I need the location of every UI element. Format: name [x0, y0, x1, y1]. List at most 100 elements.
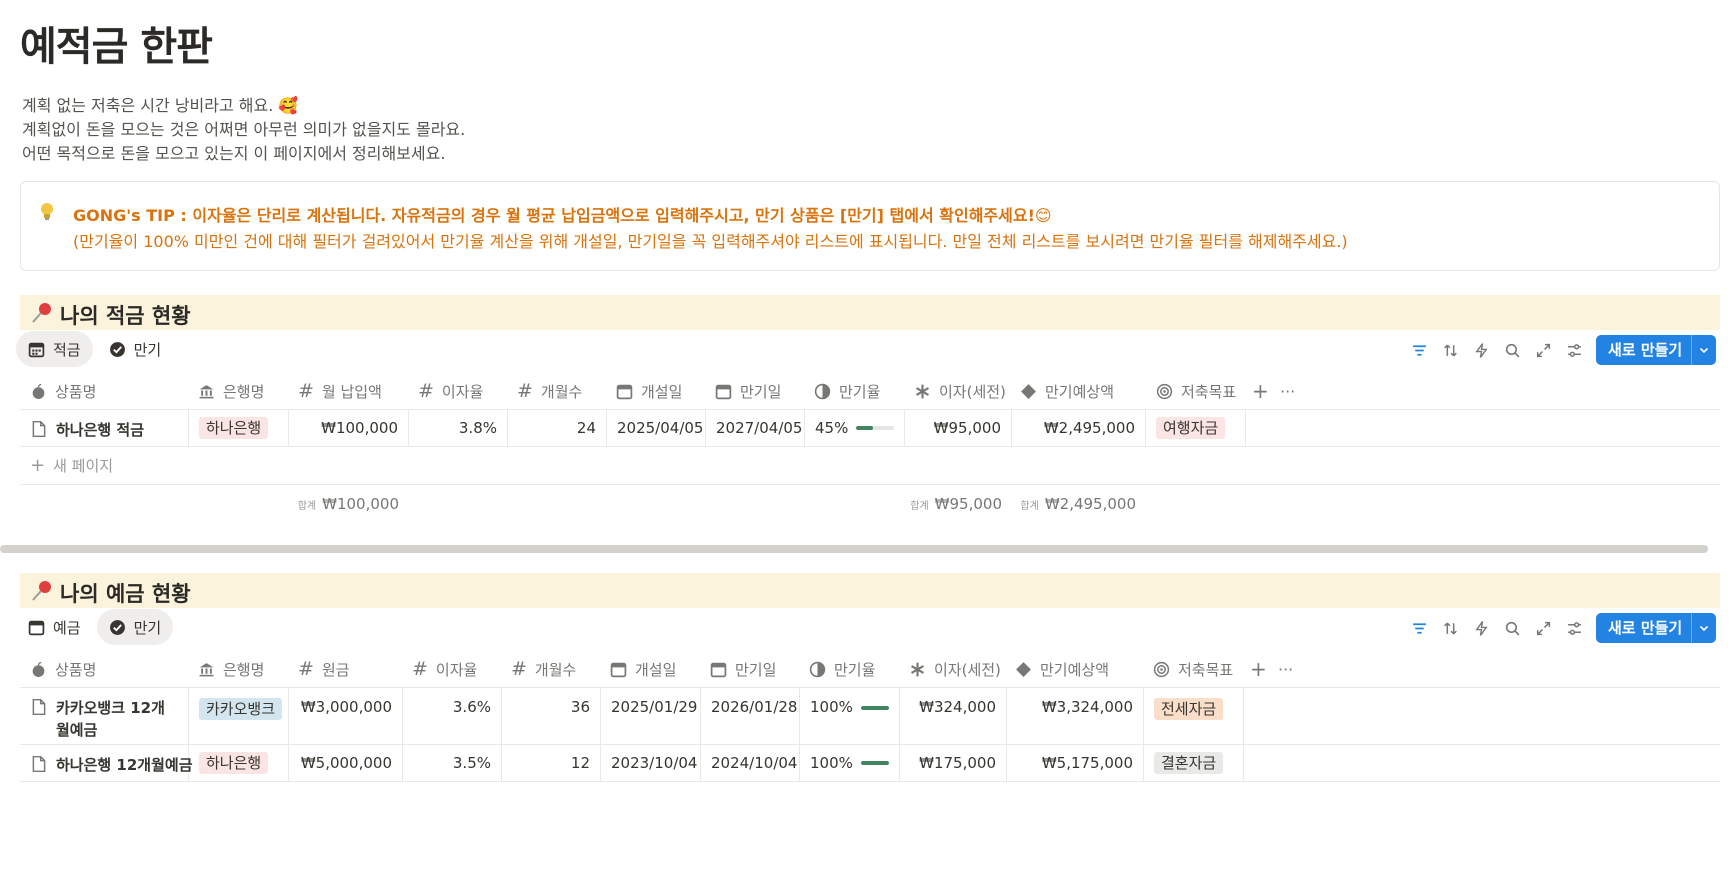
cell-open-date[interactable]: 2025/01/29	[601, 688, 701, 744]
smile-icon: 😊	[1034, 206, 1052, 225]
filter-button[interactable]	[1404, 613, 1435, 643]
column-header-name[interactable]: 상품명	[20, 372, 96, 410]
new-deposit-button[interactable]: 새로 만들기	[1596, 613, 1716, 643]
filter-button[interactable]	[1404, 335, 1435, 365]
table-row[interactable]: 하나은행 적금 하나은행 ₩100,000 3.8% 24 2025/04/05…	[20, 410, 1720, 447]
column-header-progress[interactable]: 만기율	[799, 650, 875, 688]
sum-interest[interactable]: 합계 ₩95,000	[905, 485, 1012, 523]
column-header-maturity-date[interactable]: 만기일	[700, 650, 776, 688]
automation-button[interactable]	[1466, 335, 1497, 365]
sum-expected[interactable]: 합계 ₩2,495,000	[1012, 485, 1146, 523]
expand-button[interactable]	[1528, 613, 1559, 643]
cell-principal[interactable]: ₩3,000,000	[289, 688, 403, 744]
cell-bank[interactable]: 하나은행	[189, 410, 289, 446]
cell-months[interactable]: 36	[502, 688, 601, 744]
cell-progress[interactable]: 45%	[805, 410, 905, 446]
column-header-months[interactable]: # 개월수	[507, 372, 582, 410]
expand-button[interactable]	[1528, 335, 1559, 365]
sort-button[interactable]	[1435, 335, 1466, 365]
search-button[interactable]	[1497, 335, 1528, 365]
cell-maturity-date[interactable]: 2024/10/04	[701, 745, 800, 781]
number-icon: #	[412, 658, 428, 680]
cell-open-date[interactable]: 2023/10/04	[601, 745, 701, 781]
add-column-button[interactable]: +	[1240, 650, 1267, 688]
column-header-expected[interactable]: 만기예상액	[1005, 650, 1109, 688]
bank-icon	[199, 662, 214, 676]
column-header-interest[interactable]: 이자(세전)	[899, 650, 1001, 688]
summary-row: 합계 ₩100,000 합계 ₩95,000 합계 ₩2,495,000	[20, 485, 1720, 523]
column-header-name[interactable]: 상품명	[20, 650, 96, 688]
column-header-goal[interactable]: 저축목표	[1146, 372, 1236, 410]
column-header-rate[interactable]: # 이자율	[402, 650, 477, 688]
column-header-maturity-date[interactable]: 만기일	[705, 372, 781, 410]
column-header-open-date[interactable]: 개설일	[606, 372, 682, 410]
cell-bank[interactable]: 하나은행	[189, 745, 289, 781]
column-header-months[interactable]: # 개월수	[501, 650, 576, 688]
pushpin-icon	[32, 581, 51, 601]
cell-interest[interactable]: ₩324,000	[900, 688, 1007, 744]
sum-amount[interactable]: 합계 ₩100,000	[289, 485, 409, 523]
column-header-progress[interactable]: 만기율	[804, 372, 880, 410]
formula-asterisk-icon	[911, 662, 924, 676]
column-header-amount[interactable]: # 월 납입액	[288, 372, 382, 410]
chevron-down-icon[interactable]	[1692, 344, 1716, 356]
column-header-principal[interactable]: # 원금	[288, 650, 350, 688]
tab-deposits[interactable]: 예금	[16, 609, 93, 645]
cell-name[interactable]: 하나은행 12개월예금	[20, 745, 193, 781]
column-header-expected[interactable]: 만기예상액	[1010, 372, 1114, 410]
more-options-button[interactable]: ···	[1270, 372, 1295, 410]
number-icon: #	[298, 658, 314, 680]
cell-interest[interactable]: ₩95,000	[905, 410, 1012, 446]
cell-rate[interactable]: 3.6%	[403, 688, 502, 744]
plus-icon: +	[1250, 657, 1267, 681]
automation-button[interactable]	[1466, 613, 1497, 643]
cell-expected[interactable]: ₩5,175,000	[1007, 745, 1144, 781]
cell-maturity-date[interactable]: 2027/04/05	[706, 410, 805, 446]
cell-goal[interactable]: 전세자금	[1144, 688, 1244, 744]
more-options-button[interactable]: ···	[1268, 650, 1293, 688]
column-header-open-date[interactable]: 개설일	[600, 650, 676, 688]
cell-rate[interactable]: 3.5%	[403, 745, 502, 781]
cell-goal[interactable]: 여행자금	[1146, 410, 1246, 446]
cell-bank[interactable]: 카카오뱅크	[189, 688, 289, 744]
column-header-rate[interactable]: # 이자율	[408, 372, 483, 410]
column-header-goal[interactable]: 저축목표	[1143, 650, 1233, 688]
number-icon: #	[298, 380, 314, 402]
add-column-button[interactable]: +	[1242, 372, 1269, 410]
sort-button[interactable]	[1435, 613, 1466, 643]
cell-expected[interactable]: ₩2,495,000	[1012, 410, 1146, 446]
settings-button[interactable]	[1559, 335, 1590, 365]
cell-goal[interactable]: 결혼자금	[1144, 745, 1244, 781]
tab-matured[interactable]: 만기	[97, 331, 174, 367]
settings-button[interactable]	[1559, 613, 1590, 643]
cell-maturity-date[interactable]: 2026/01/28	[701, 688, 800, 744]
cell-amount[interactable]: ₩100,000	[289, 410, 409, 446]
column-header-bank[interactable]: 은행명	[188, 650, 264, 688]
tab-savings[interactable]: 적금	[16, 331, 93, 367]
cell-name[interactable]: 카카오뱅크 12개월예금	[20, 688, 189, 744]
new-savings-button[interactable]: 새로 만들기	[1596, 335, 1716, 365]
expand-icon	[1536, 621, 1551, 635]
tab-label: 적금	[53, 340, 81, 359]
tab-matured[interactable]: 만기	[96, 609, 174, 645]
search-button[interactable]	[1497, 613, 1528, 643]
cell-expected[interactable]: ₩3,324,000	[1007, 688, 1144, 744]
cell-interest[interactable]: ₩175,000	[900, 745, 1007, 781]
table-row[interactable]: 하나은행 12개월예금 하나은행 ₩5,000,000 3.5% 12 2023…	[20, 745, 1720, 782]
table-header: 상품명 은행명 # 원금 # 이자율 # 개월수 개설일 만기일 만기율 이자(세전)…	[20, 650, 1720, 688]
column-header-bank[interactable]: 은행명	[188, 372, 264, 410]
table-row[interactable]: 카카오뱅크 12개월예금 카카오뱅크 ₩3,000,000 3.6% 36 20…	[20, 688, 1720, 745]
cell-months[interactable]: 12	[502, 745, 601, 781]
horizontal-scrollbar[interactable]	[0, 545, 1708, 553]
column-header-interest[interactable]: 이자(세전)	[904, 372, 1006, 410]
new-page-button[interactable]: + 새 페이지	[20, 447, 1720, 485]
cell-progress[interactable]: 100%	[800, 745, 900, 781]
cell-months[interactable]: 24	[508, 410, 607, 446]
cell-progress[interactable]: 100%	[800, 688, 900, 744]
page-icon	[32, 420, 46, 438]
cell-open-date[interactable]: 2025/04/05	[607, 410, 706, 446]
cell-rate[interactable]: 3.8%	[409, 410, 508, 446]
chevron-down-icon[interactable]	[1692, 622, 1716, 634]
cell-name[interactable]: 하나은행 적금	[20, 410, 189, 446]
cell-principal[interactable]: ₩5,000,000	[289, 745, 403, 781]
